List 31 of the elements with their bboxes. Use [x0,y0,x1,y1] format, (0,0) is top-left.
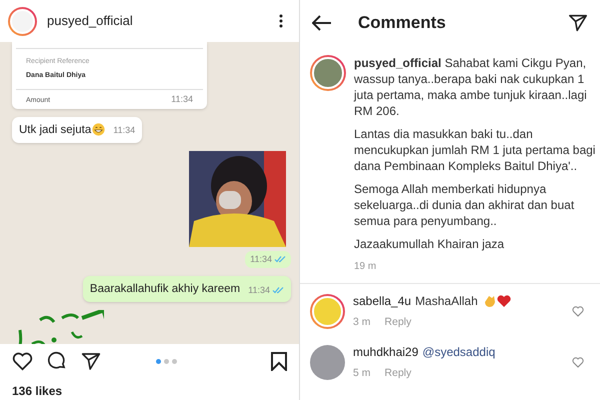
bookmark-icon[interactable] [271,352,287,370]
back-arrow-icon[interactable] [312,14,332,30]
comment-time: 5 m [353,366,371,381]
comment-username[interactable]: sabella_4u [353,292,412,310]
avatar[interactable] [310,294,345,329]
message-text: Utk jadi sejuta [19,122,92,138]
caption-text: pusyed_official Sahabat kami Cikgu Pyan, wassup tanya..berapa baki nak cukupkan 1 juta pertama, maka ambe tunjuk kiraan..lagi RM 206. [354,55,588,119]
caption-text: Jazaakumullah Khairan jaza [354,236,506,252]
message-text: Baarakallahufik akhiy kareem [90,282,240,297]
likes-count[interactable]: 136 likes [12,382,62,400]
comment-text: MashaAllah [415,293,478,310]
caption-text: Semoga Allah memberkati hidupnya sekeluarga..di dunia dan akhirat dan buat semua para penyumbang.. [354,181,576,229]
screen-title: Comments [358,12,447,34]
more-icon[interactable] [279,14,283,28]
message-time: 11:34 [171,93,193,106]
avatar[interactable] [8,6,37,36]
caption-text: Lantas dia masukkan baki tu..dan mencukupkan jumlah RM 1 juta pertama bagi dana Pembinaan Kompleks Baitul Dhiya'.. [354,126,596,174]
avatar[interactable] [310,55,346,91]
mention-link[interactable]: @syedsaddiq [422,342,496,361]
comment-time: 19 m [354,260,376,274]
message-time: 11:34 [250,252,272,266]
avatar[interactable] [310,344,345,380]
username[interactable]: pusyed_official [47,11,269,31]
message-time: 11:34 [248,284,270,296]
send-icon[interactable] [568,14,588,32]
message-time: 11:34 [113,124,136,137]
comment-icon[interactable] [47,351,67,371]
comment-username[interactable]: muhdkhai29 [353,342,418,361]
comment-time: 3 m [353,315,371,330]
like-icon[interactable] [12,352,33,370]
send-icon[interactable] [81,352,101,370]
